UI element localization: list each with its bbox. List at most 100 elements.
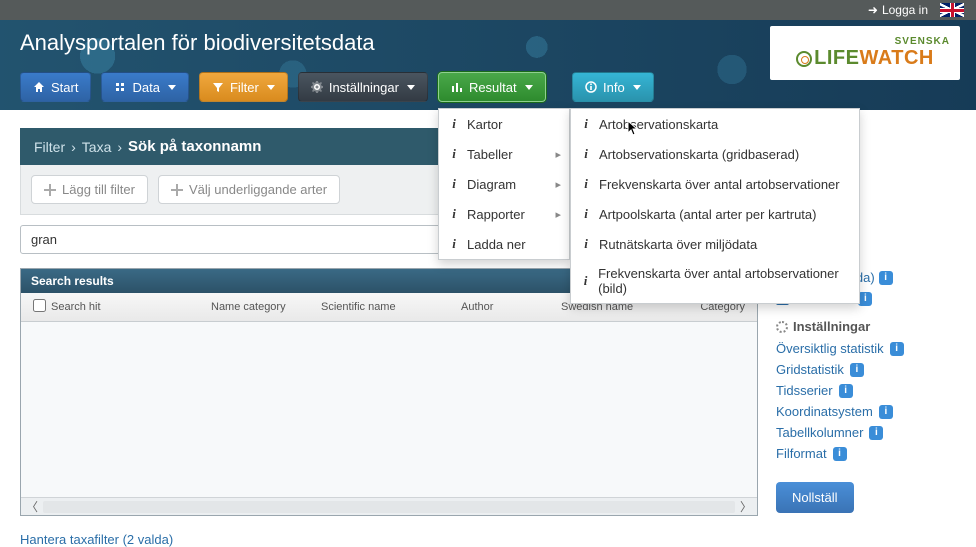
col-search-hit[interactable]: Search hit: [47, 299, 207, 315]
filter-icon: [212, 81, 224, 93]
info-badge-icon[interactable]: i: [879, 405, 893, 419]
side-link-gridstat[interactable]: Gridstatistiki: [776, 359, 956, 380]
scroll-track[interactable]: [43, 501, 735, 513]
caret-icon: [633, 85, 641, 90]
logo[interactable]: SVENSKA LIFEWATCH: [770, 26, 960, 80]
crumb-sep: ›: [71, 139, 76, 155]
gear-icon: [311, 81, 323, 93]
menu-result: iKartor iTabeller▸ iDiagram▸ iRapporter▸…: [438, 108, 570, 260]
info-badge-icon[interactable]: i: [833, 447, 847, 461]
info-icon: [585, 81, 597, 93]
nav-data-label: Data: [132, 80, 159, 95]
plus-icon: [171, 184, 183, 196]
submenu-rutnatskarta[interactable]: iRutnätskarta över miljödata: [571, 229, 859, 259]
scroll-right-icon[interactable]: 〉: [739, 500, 753, 514]
menu-item-rapporter[interactable]: iRapporter▸: [439, 199, 569, 229]
info-badge-icon[interactable]: i: [858, 292, 872, 306]
nav-result-label: Resultat: [469, 80, 517, 95]
info-badge-icon[interactable]: i: [890, 342, 904, 356]
crumb-current: Sök på taxonnamn: [128, 138, 261, 155]
add-filter-label: Lägg till filter: [62, 182, 135, 197]
nav-start-label: Start: [51, 80, 78, 95]
caret-icon: [525, 85, 533, 90]
data-icon: [114, 81, 126, 93]
login-link[interactable]: ➜ Logga in: [868, 3, 928, 17]
submenu-artpoolskarta[interactable]: iArtpoolskarta (antal arter per kartruta…: [571, 199, 859, 229]
nav-settings[interactable]: Inställningar: [298, 72, 428, 102]
nav-info[interactable]: Info: [572, 72, 654, 102]
caret-icon: [168, 85, 176, 90]
submenu-artobservationskarta-grid[interactable]: iArtobservationskarta (gridbaserad): [571, 139, 859, 169]
title-light: för biodiversitetsdata: [172, 30, 375, 55]
info-icon: i: [449, 146, 459, 162]
nav-start[interactable]: Start: [20, 72, 91, 102]
chart-icon: [451, 81, 463, 93]
side-link-fileformat[interactable]: Filformati: [776, 443, 956, 464]
info-badge-icon[interactable]: i: [879, 271, 893, 285]
nav-data[interactable]: Data: [101, 72, 188, 102]
nav-filter[interactable]: Filter: [199, 72, 288, 102]
col-author[interactable]: Author: [457, 299, 557, 315]
menu-item-tabeller[interactable]: iTabeller▸: [439, 139, 569, 169]
submenu-artobservationskarta[interactable]: iArtobservationskarta: [571, 109, 859, 139]
info-icon: i: [449, 236, 459, 252]
home-icon: [33, 81, 45, 93]
info-icon: i: [581, 176, 591, 192]
nav-settings-label: Inställningar: [329, 80, 399, 95]
select-underlying-label: Välj underliggande arter: [189, 182, 327, 197]
col-scientific-name[interactable]: Scientific name: [317, 299, 457, 315]
side-link-timeseries[interactable]: Tidsserieri: [776, 380, 956, 401]
chevron-right-icon: ▸: [555, 178, 561, 191]
info-icon: i: [581, 146, 591, 162]
side-link-tablecols[interactable]: Tabellkolumneri: [776, 422, 956, 443]
caret-icon: [267, 85, 275, 90]
title-strong: Analysportalen: [20, 30, 166, 55]
select-underlying-button[interactable]: Välj underliggande arter: [158, 175, 340, 204]
info-badge-icon[interactable]: i: [850, 363, 864, 377]
submenu-frekvenskarta[interactable]: iFrekvenskarta över antal artobservation…: [571, 169, 859, 199]
info-icon: i: [581, 273, 590, 289]
info-icon: i: [581, 206, 591, 222]
side-settings-heading: Inställningar: [776, 319, 956, 334]
side-link-coordsys[interactable]: Koordinatsystemi: [776, 401, 956, 422]
add-filter-button[interactable]: Lägg till filter: [31, 175, 148, 204]
login-icon: ➜: [868, 3, 878, 17]
logo-main: LIFEWATCH: [796, 47, 934, 70]
col-name-category[interactable]: Name category: [207, 299, 317, 315]
crumb-sep: ›: [117, 139, 122, 155]
reset-button[interactable]: Nollställ: [776, 482, 854, 513]
chevron-right-icon: ▸: [555, 208, 561, 221]
gear-icon: [776, 321, 788, 333]
nav-result[interactable]: Resultat: [438, 72, 546, 102]
plus-icon: [44, 184, 56, 196]
scroll-left-icon[interactable]: 〈: [25, 500, 39, 514]
logo-icon: [796, 51, 812, 67]
nav-filter-label: Filter: [230, 80, 259, 95]
info-icon: i: [581, 116, 591, 132]
results-body: [21, 322, 757, 497]
side-link-overview[interactable]: Översiktlig statistiki: [776, 338, 956, 359]
info-icon: i: [449, 206, 459, 222]
menu-item-diagram[interactable]: iDiagram▸: [439, 169, 569, 199]
submenu-frekvenskarta-bild[interactable]: iFrekvenskarta över antal artobservation…: [571, 259, 859, 303]
language-flag-uk[interactable]: [940, 3, 964, 17]
menu-item-ladda-ner[interactable]: iLadda ner: [439, 229, 569, 259]
caret-icon: [407, 85, 415, 90]
select-all-checkbox[interactable]: [33, 299, 46, 312]
crumb-taxa[interactable]: Taxa: [82, 139, 112, 155]
results-panel: Search results Search hit Name category …: [20, 268, 758, 516]
menu-item-kartor[interactable]: iKartor: [439, 109, 569, 139]
horizontal-scrollbar[interactable]: 〈 〉: [21, 497, 757, 515]
login-label: Logga in: [882, 3, 928, 17]
logo-top: SVENSKA: [895, 36, 950, 47]
menu-kartor: iArtobservationskarta iArtobservationska…: [570, 108, 860, 304]
info-badge-icon[interactable]: i: [839, 384, 853, 398]
crumb-filter[interactable]: Filter: [34, 139, 65, 155]
info-icon: i: [449, 176, 459, 192]
topbar: ➜ Logga in: [0, 0, 976, 20]
info-badge-icon[interactable]: i: [869, 426, 883, 440]
header: Analysportalen för biodiversitetsdata SV…: [0, 20, 976, 110]
nav-info-label: Info: [603, 80, 625, 95]
chevron-right-icon: ▸: [555, 148, 561, 161]
info-icon: i: [581, 236, 591, 252]
